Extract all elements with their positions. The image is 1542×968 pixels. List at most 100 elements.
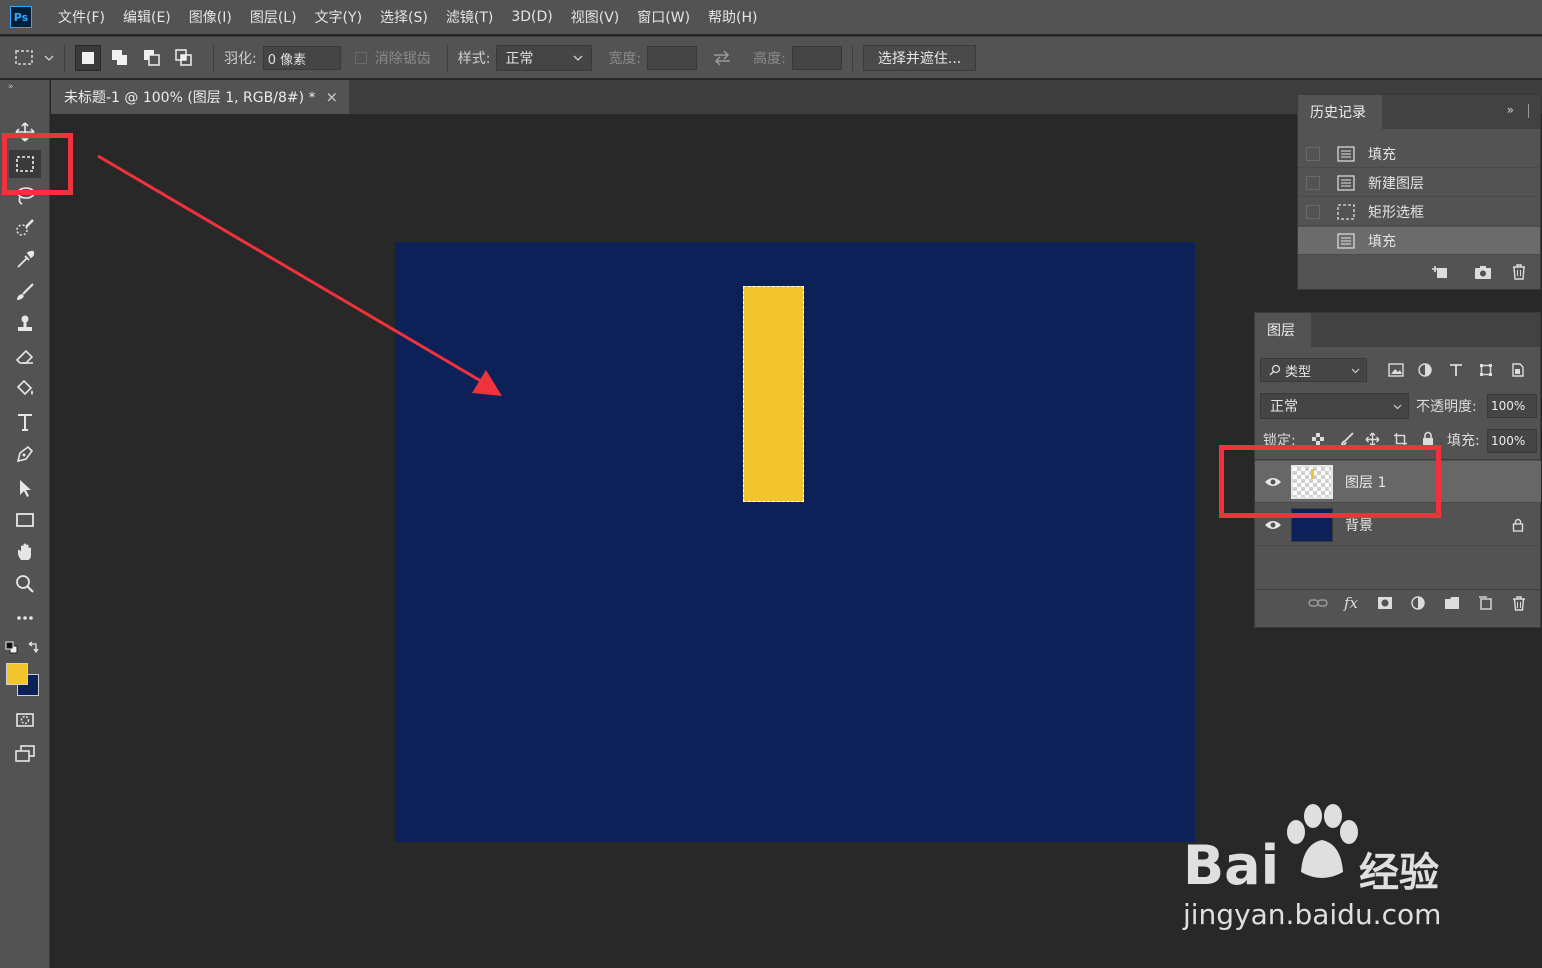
history-item[interactable]: 矩形选框 (1298, 198, 1540, 226)
add-mask-icon[interactable] (1377, 596, 1393, 610)
chevron-down-icon (1393, 404, 1402, 409)
close-icon[interactable]: × (326, 88, 339, 106)
feather-label: 羽化: (224, 50, 257, 67)
menu-image[interactable]: 图像(I) (189, 7, 232, 27)
panel-menu-icon[interactable] (1528, 104, 1529, 118)
history-snapshot-checkbox[interactable] (1306, 175, 1320, 190)
intersect-selection-button[interactable] (171, 45, 197, 71)
smart-object-filter-icon[interactable] (1510, 363, 1524, 377)
eye-icon[interactable] (1255, 519, 1291, 531)
history-snapshot-checkbox[interactable] (1306, 146, 1320, 161)
zoom-tool[interactable] (9, 570, 41, 598)
camera-icon[interactable] (1474, 264, 1492, 280)
hand-tool[interactable] (9, 538, 41, 566)
tab-history[interactable]: 历史记录 (1298, 95, 1382, 129)
eyedropper-tool[interactable] (9, 246, 41, 274)
foreground-color-swatch[interactable] (6, 663, 28, 685)
default-colors-icon[interactable] (5, 641, 19, 655)
shape-filter-icon[interactable] (1479, 363, 1493, 377)
menu-type[interactable]: 文字(Y) (315, 7, 362, 27)
menu-layer[interactable]: 图层(L) (250, 7, 297, 27)
search-icon (1269, 364, 1281, 376)
link-layers-icon[interactable] (1308, 597, 1328, 609)
square-filled-icon (82, 51, 94, 64)
rectangle-icon (16, 513, 34, 527)
type-filter-icon[interactable] (1449, 363, 1463, 377)
tab-layers[interactable]: 图层 (1255, 313, 1311, 347)
type-tool[interactable] (9, 408, 41, 436)
annotation-arrow (97, 154, 502, 396)
opacity-input[interactable]: 100% (1487, 394, 1537, 418)
chevron-down-icon (1351, 368, 1360, 373)
style-select[interactable]: 正常 (496, 44, 593, 71)
expand-panel-icon[interactable]: » (1507, 103, 1514, 117)
history-item[interactable]: 新建图层 (1298, 169, 1540, 197)
more-tools-button[interactable] (9, 604, 41, 632)
blend-mode-select[interactable]: 正常 (1260, 393, 1409, 419)
height-input[interactable] (791, 45, 842, 70)
fill-input[interactable]: 100% (1487, 429, 1537, 453)
add-selection-button[interactable] (107, 45, 133, 71)
document-canvas[interactable] (395, 242, 1195, 842)
pen-tool[interactable] (9, 440, 41, 468)
quick-selection-tool[interactable] (9, 214, 41, 242)
history-snapshot-checkbox[interactable] (1306, 204, 1320, 219)
menu-window[interactable]: 窗口(W) (637, 7, 690, 27)
ellipsis-icon (17, 616, 33, 620)
stamp-tool[interactable] (9, 310, 41, 338)
adjustment-layer-icon[interactable] (1411, 596, 1427, 612)
quick-mask-icon (16, 713, 34, 727)
history-tabstrip: 历史记录 » (1298, 95, 1540, 129)
hand-icon (18, 543, 31, 560)
new-layer-icon[interactable] (1478, 596, 1492, 610)
document-tab[interactable]: 未标题-1 @ 100% (图层 1, RGB/8#) * × (51, 80, 349, 114)
collapse-arrows-icon[interactable]: » (8, 82, 14, 92)
path-selection-tool[interactable] (9, 474, 41, 502)
history-item-selected[interactable]: 填充 (1298, 227, 1540, 255)
swap-icon[interactable] (711, 49, 733, 67)
subtract-selection-button[interactable] (139, 45, 165, 71)
highlight-marquee-tool (2, 133, 73, 195)
chevron-down-icon[interactable] (44, 53, 54, 63)
screen-mode-button[interactable] (9, 740, 41, 768)
layer-effects-icon[interactable]: fx (1344, 594, 1358, 612)
select-and-mask-button[interactable]: 选择并遮住... (862, 44, 977, 71)
history-item[interactable]: 填充 (1298, 140, 1540, 168)
swap-colors-icon[interactable] (26, 641, 40, 655)
menu-3d[interactable]: 3D(D) (511, 9, 552, 25)
paw-logo-icon (1287, 804, 1358, 878)
new-selection-button[interactable] (75, 44, 101, 71)
yellow-rectangle-selection[interactable] (743, 286, 804, 502)
paint-bucket-tool[interactable] (9, 374, 41, 402)
antialias-checkbox[interactable] (354, 51, 367, 64)
history-doc-icon (1336, 174, 1356, 192)
highlight-layer-1 (1219, 445, 1441, 518)
style-label: 样式: (457, 50, 491, 67)
rectangle-tool[interactable] (9, 506, 41, 534)
trash-icon[interactable] (1512, 596, 1526, 611)
history-item-label: 新建图层 (1368, 175, 1424, 192)
width-input[interactable] (647, 45, 698, 70)
quick-mask-button[interactable] (9, 706, 41, 734)
new-document-from-state-icon[interactable] (1432, 264, 1450, 280)
trash-icon[interactable] (1511, 264, 1527, 280)
menu-view[interactable]: 视图(V) (571, 7, 620, 27)
brush-tool[interactable] (9, 278, 41, 306)
menu-file[interactable]: 文件(F) (58, 7, 105, 27)
feather-input[interactable]: 0 像素 (262, 45, 341, 70)
menu-edit[interactable]: 编辑(E) (123, 7, 171, 27)
lock-transparent-pixels-icon[interactable] (1311, 432, 1325, 446)
menu-filter[interactable]: 滤镜(T) (446, 7, 493, 27)
layer-filter-select[interactable]: 类型 (1260, 358, 1367, 382)
adjustment-filter-icon[interactable] (1418, 363, 1432, 377)
tool-preset-picker[interactable] (14, 49, 38, 67)
lock-icon (1512, 518, 1524, 532)
image-filter-icon[interactable] (1388, 363, 1404, 377)
menu-select[interactable]: 选择(S) (380, 7, 428, 27)
folder-icon[interactable] (1444, 596, 1460, 610)
lock-image-pixels-icon[interactable] (1341, 432, 1355, 446)
eraser-tool[interactable] (9, 342, 41, 370)
menu-help[interactable]: 帮助(H) (708, 7, 757, 27)
lock-all-icon[interactable] (1421, 431, 1435, 446)
history-snapshot-checkbox[interactable] (1306, 233, 1320, 248)
